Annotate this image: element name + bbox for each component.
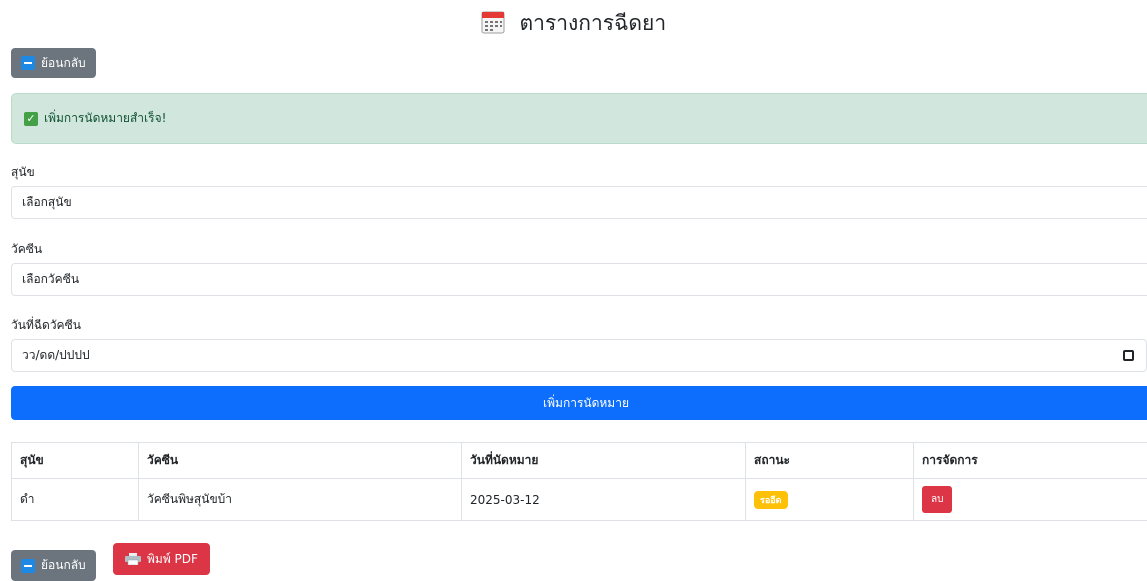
calendar-picker-icon[interactable] — [1123, 350, 1134, 361]
cell-actions: ลบ — [913, 478, 1147, 521]
header-vaccine: วัคซีน — [138, 442, 462, 479]
cell-date: 2025-03-12 — [461, 478, 746, 521]
back-button-bottom-label: ย้อนกลับ — [41, 558, 86, 572]
dog-select-value: เลือกสุนัข — [22, 195, 72, 209]
vaccine-select[interactable]: เลือกวัคซีน — [11, 263, 1147, 296]
vaccine-select-value: เลือกวัคซีน — [22, 272, 80, 286]
delete-button[interactable]: ลบ — [922, 486, 953, 513]
dog-select[interactable]: เลือกสุนัข — [11, 186, 1147, 219]
back-button-bottom[interactable]: ย้อนกลับ — [11, 550, 96, 581]
page-title-text: ตารางการฉีดยา — [519, 11, 667, 35]
header-actions: การจัดการ — [913, 442, 1147, 479]
add-appointment-label: เพิ่มการนัดหมาย — [543, 395, 629, 410]
back-arrow-icon — [21, 56, 35, 70]
date-label: วันที่ฉีดวัคซีน — [11, 318, 81, 332]
page-title: ตารางการฉีดยา — [0, 8, 1147, 38]
header-date: วันที่นัดหมาย — [461, 442, 746, 479]
header-status: สถานะ — [745, 442, 914, 479]
success-alert: ✓ เพิ่มการนัดหมายสำเร็จ! — [11, 93, 1147, 144]
dog-label: สุนัข — [11, 165, 35, 179]
cell-vaccine: วัคซีนพิษสุนัขบ้า — [138, 478, 462, 521]
cell-dog: ดำ — [11, 478, 139, 521]
vaccine-label: วัคซีน — [11, 242, 43, 256]
date-input[interactable]: วว/ดด/ปปปป — [11, 339, 1147, 372]
date-input-placeholder: วว/ดด/ปปปป — [22, 348, 90, 362]
cell-status: รออีด — [745, 478, 914, 521]
check-icon: ✓ — [24, 111, 38, 126]
back-button-label: ย้อนกลับ — [41, 55, 86, 70]
back-arrow-icon — [21, 558, 35, 573]
appointments-table: สุนัข วัคซีน วันที่นัดหมาย สถานะ การจัดก… — [11, 442, 1147, 521]
back-button[interactable]: ย้อนกลับ — [11, 48, 96, 78]
print-pdf-button[interactable]: พิมพ์ PDF — [113, 543, 210, 575]
table-row: ดำ วัคซีนพิษสุนัขบ้า 2025-03-12 รออีด ลบ — [11, 478, 1147, 521]
table-header-row: สุนัข วัคซีน วันที่นัดหมาย สถานะ การจัดก… — [11, 442, 1147, 479]
add-appointment-button[interactable]: เพิ่มการนัดหมาย — [11, 386, 1147, 420]
status-badge: รออีด — [754, 490, 788, 509]
header-dog: สุนัข — [11, 442, 139, 479]
alert-message: เพิ่มการนัดหมายสำเร็จ! — [44, 111, 167, 125]
calendar-icon — [481, 10, 505, 34]
print-pdf-label: พิมพ์ PDF — [147, 551, 198, 566]
printer-icon — [125, 553, 141, 566]
